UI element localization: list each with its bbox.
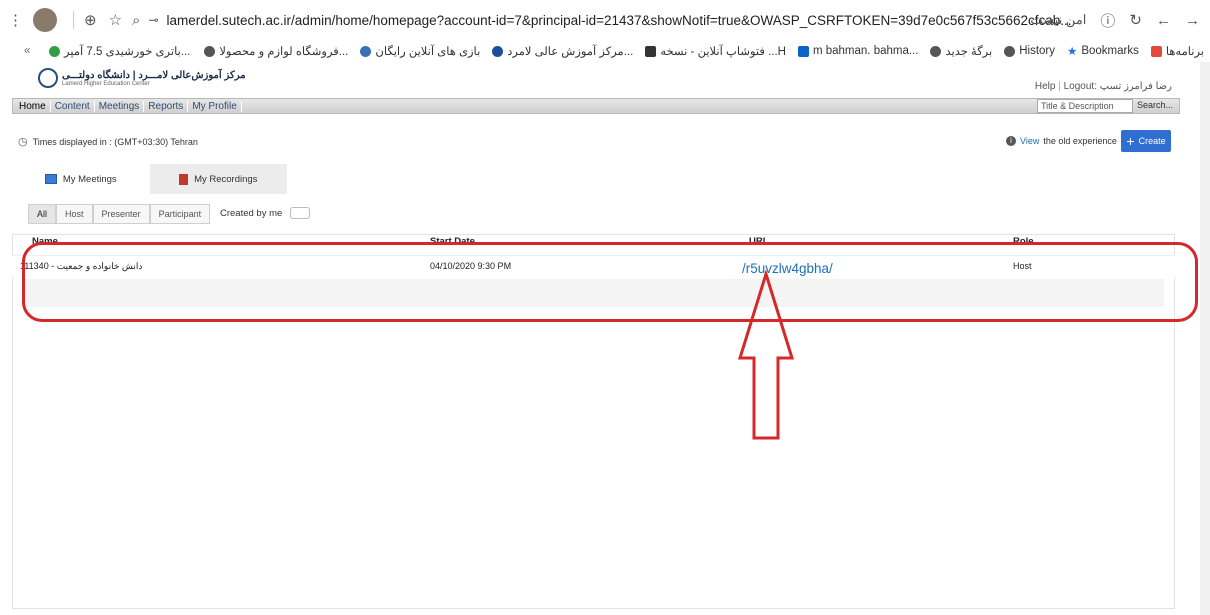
page-scrollbar[interactable]	[1200, 62, 1210, 615]
security-label[interactable]: امن نیست	[1030, 12, 1086, 28]
nav-home[interactable]: Home	[13, 100, 51, 112]
info-icon[interactable]: ⓘ	[1100, 10, 1115, 31]
logo-subtitle: Lamerd Higher Education Center	[62, 80, 150, 87]
timezone-text: Times displayed in : (GMT+03:30) Tehran	[32, 136, 198, 147]
info-icon: i	[1006, 136, 1016, 146]
role-filters: All Host Presenter Participant	[28, 204, 211, 224]
app-header: مرکز آموزش‌عالی لامـــرد | دانشگاه دولتـ…	[0, 64, 1200, 98]
apps-bookmark[interactable]: برنامه‌ها	[1150, 44, 1204, 58]
site-logo[interactable]: مرکز آموزش‌عالی لامـــرد | دانشگاه دولتـ…	[38, 68, 246, 88]
bookmarks-bar: « برنامه‌ها ★ Bookmarks History برگهٔ جدی…	[0, 40, 1210, 62]
forward-icon[interactable]: →	[1185, 12, 1200, 29]
battery-icon	[49, 45, 61, 57]
bookmark-label: m bahman. bahma...	[812, 45, 919, 57]
arrow-annotation	[737, 270, 795, 440]
store-bookmark[interactable]: فروشگاه لوازم و محصولا...	[204, 44, 348, 58]
timezone-info: ◷ Times displayed in : (GMT+03:30) Tehra…	[18, 135, 198, 148]
reload-icon[interactable]: ↻	[1129, 11, 1142, 29]
search-icon[interactable]: ⌕	[132, 12, 140, 29]
apps-grid-icon	[1150, 45, 1162, 57]
bookmark-label: Bookmarks	[1081, 45, 1139, 57]
filter-all[interactable]: All	[28, 204, 57, 224]
highlight-annotation	[22, 242, 1198, 322]
created-by-me-toggle[interactable]	[290, 207, 311, 219]
bookmark-label: بازی های آنلاین رایگان	[375, 46, 481, 58]
outlook-icon	[797, 45, 809, 57]
outlook-bookmark[interactable]: m bahman. bahma...	[797, 45, 919, 57]
browser-toolbar: ⋮ ⊕ ☆ ⌕ ⊸ lamerdel.sutech.ac.ir/admin/ho…	[0, 0, 1210, 40]
created-by-me-label: Created by me	[220, 207, 283, 219]
university-icon	[492, 45, 504, 57]
help-link[interactable]: Help	[1035, 81, 1056, 92]
tab-my-meetings[interactable]: My Meetings	[12, 164, 150, 194]
bookmark-label: فتوشاپ آنلاین - نسخه ...H	[660, 46, 786, 58]
menu-dots-icon[interactable]: ⋮	[8, 11, 23, 29]
filter-presenter[interactable]: Presenter	[92, 204, 150, 224]
created-by-me: Created by me	[220, 207, 311, 219]
bookmark-label: برنامه‌ها	[1165, 46, 1204, 58]
tab-label: My Recordings	[194, 173, 258, 185]
photoshop-icon	[645, 45, 657, 57]
nav-meetings[interactable]: Meetings	[95, 100, 145, 112]
meetings-icon	[44, 174, 57, 184]
newtab-bookmark[interactable]: برگهٔ جدید	[930, 44, 992, 58]
address-bar[interactable]: lamerdel.sutech.ac.ir/admin/home/homepag…	[167, 13, 1072, 28]
logout-link[interactable]: Logout: رضا فرامرز تسپ	[1064, 81, 1172, 92]
search-button[interactable]: Search...	[1133, 99, 1177, 113]
bookmark-label: مرکز آموزش عالی لامرد...	[507, 46, 634, 58]
bookmark-label: فروشگاه لوازم و محصولا...	[219, 46, 349, 58]
bookmarks-bookmark[interactable]: ★ Bookmarks	[1067, 44, 1139, 58]
view-old-link[interactable]: View	[1020, 136, 1039, 146]
university-emblem-icon	[38, 68, 58, 88]
filter-participant[interactable]: Participant	[149, 204, 211, 224]
filter-host[interactable]: Host	[56, 204, 93, 224]
globe-icon	[204, 45, 216, 57]
tab-label: My Meetings	[62, 173, 117, 185]
nav-content[interactable]: Content	[51, 100, 95, 112]
user-links: Help | Logout: رضا فرامرز تسپ	[1034, 81, 1172, 92]
nav-reports[interactable]: Reports	[144, 100, 189, 112]
recordings-icon	[179, 173, 189, 185]
old-experience: i View the old experience	[1006, 136, 1117, 146]
logo-title: مرکز آموزش‌عالی لامـــرد | دانشگاه دولتـ…	[62, 69, 246, 81]
star-icon[interactable]: ☆	[109, 11, 122, 29]
history-bookmark[interactable]: History	[1004, 45, 1055, 57]
plus-icon: +	[1126, 133, 1135, 149]
lamerd-bookmark[interactable]: مرکز آموزش عالی لامرد...	[492, 44, 633, 58]
chevron-double-icon[interactable]: «	[24, 45, 30, 57]
globe-icon	[930, 45, 942, 57]
divider	[73, 11, 74, 29]
create-label: Create	[1138, 136, 1166, 146]
back-icon[interactable]: ←	[1156, 12, 1171, 29]
tab-my-recordings[interactable]: My Recordings	[150, 164, 288, 194]
battery-bookmark[interactable]: باتری خورشیدی 7.5 آمپر...	[49, 44, 190, 58]
search-box: Title & Description Search...	[1036, 99, 1177, 113]
old-experience-text: the old experience	[1043, 136, 1117, 146]
globe-icon[interactable]: ⊕	[84, 11, 97, 29]
search-input[interactable]: Title & Description	[1036, 99, 1133, 113]
main-nav: Home Content Meetings Reports My Profile…	[12, 98, 1180, 114]
bookmark-label: باتری خورشیدی 7.5 آمپر...	[64, 46, 191, 58]
star-icon: ★	[1067, 46, 1078, 58]
tab-bar: My Meetings My Recordings	[12, 164, 287, 194]
profile-avatar[interactable]	[33, 8, 57, 32]
create-button[interactable]: + Create	[1121, 130, 1171, 152]
games-bookmark[interactable]: بازی های آنلاین رایگان	[360, 44, 480, 58]
photoshop-bookmark[interactable]: فتوشاپ آنلاین - نسخه ...H	[645, 44, 786, 58]
bookmark-label: برگهٔ جدید	[945, 46, 993, 58]
games-icon	[360, 45, 372, 57]
bookmark-label: History	[1019, 45, 1055, 57]
nav-my-profile[interactable]: My Profile	[188, 100, 242, 112]
globe-icon	[1004, 45, 1016, 57]
clock-icon: ◷	[18, 136, 28, 148]
key-icon[interactable]: ⊸	[148, 13, 158, 27]
